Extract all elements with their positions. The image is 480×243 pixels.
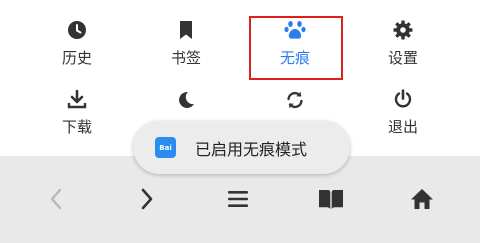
moon-icon <box>175 89 197 111</box>
menu-item-label: 无痕 <box>279 49 310 67</box>
paw-icon <box>284 20 306 40</box>
menu-item-bookmarks[interactable]: 书签 <box>138 0 234 67</box>
menu-item-label: 历史 <box>61 49 92 67</box>
forward-button[interactable] <box>127 181 167 221</box>
open-book-icon <box>318 188 344 214</box>
menu-item-exit[interactable]: 退出 <box>355 69 451 136</box>
back-button[interactable] <box>36 181 76 221</box>
menu-item-downloads[interactable]: 下载 <box>29 69 125 136</box>
menu-item-label: 下载 <box>61 118 92 136</box>
bookmarks-button[interactable] <box>311 181 351 221</box>
power-icon <box>392 89 414 109</box>
toast-message: 已启用无痕模式 <box>195 139 308 159</box>
hamburger-icon <box>228 190 248 212</box>
home-button[interactable] <box>402 181 442 221</box>
menu-button[interactable] <box>218 181 258 221</box>
menu-item-settings[interactable]: 设置 <box>355 0 451 67</box>
clock-icon <box>66 20 88 40</box>
refresh-icon <box>284 89 306 111</box>
bookmark-icon <box>175 20 197 40</box>
menu-item-night-mode[interactable] <box>138 69 234 129</box>
menu-item-refresh[interactable] <box>247 69 343 129</box>
chevron-right-icon <box>140 188 154 214</box>
menu-item-incognito[interactable]: 无痕 <box>247 0 343 67</box>
home-icon <box>410 188 434 214</box>
download-icon <box>66 89 88 109</box>
gear-icon <box>392 20 414 40</box>
menu-item-label: 退出 <box>387 118 418 136</box>
menu-item-history[interactable]: 历史 <box>29 0 125 67</box>
bottom-navigation-bar <box>0 178 480 223</box>
incognito-toast: Bai 已启用无痕模式 <box>133 121 350 174</box>
menu-item-label: 设置 <box>387 49 418 67</box>
app-icon: Bai <box>155 137 176 158</box>
chevron-left-icon <box>49 188 63 214</box>
menu-item-label: 书签 <box>170 49 201 67</box>
